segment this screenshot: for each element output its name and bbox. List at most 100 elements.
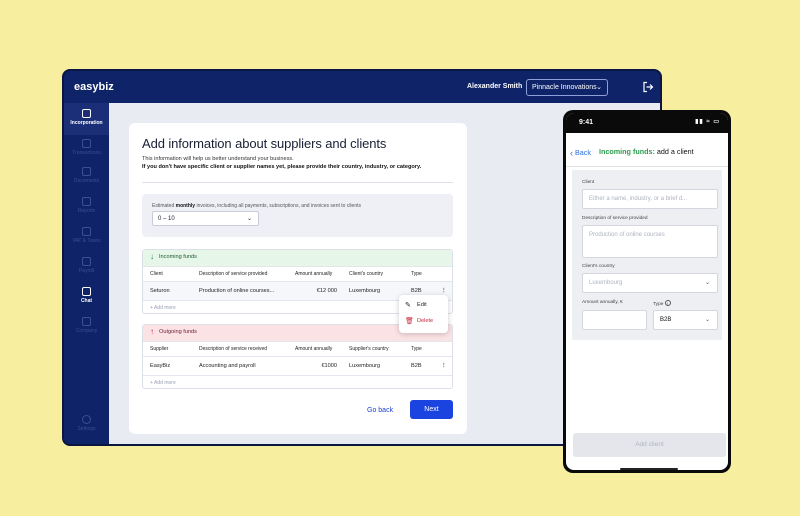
form-card: Add information about suppliers and clie… [129,123,467,434]
kebab-menu-icon[interactable]: ⋮ [441,363,447,369]
column-header: Supplier [150,346,169,352]
app-logo[interactable]: easybiz [74,81,114,93]
incoming-funds-title: Incoming funds [159,254,197,260]
trash-icon: 🗑 [405,318,414,325]
table-header-row: Client Description of service provided A… [143,266,452,281]
description-input[interactable]: Production of online courses [582,225,718,258]
sidebar-item-label: Payroll [78,268,95,274]
cell-description: Accounting and payroll [199,363,256,369]
cell-country: Luxembourg [349,363,381,369]
column-header: Client [150,271,163,277]
table-header-row: Supplier Description of service received… [143,341,452,356]
column-header: Amount annually [295,271,333,277]
amount-input[interactable] [582,310,647,330]
sidebar-item-label: Company [75,328,98,334]
sidebar-item-incorporation[interactable]: Incorporation [64,103,109,135]
tax-icon [82,227,91,236]
outgoing-funds-title: Outgoing funds [159,329,197,335]
cell-amount: €1000 [321,363,337,369]
invoice-estimate-select[interactable]: 0 – 10 ⌄ [152,211,259,226]
column-header: Type [411,346,422,352]
people-icon [82,257,91,266]
kebab-menu-icon[interactable]: ⋮ [441,288,447,294]
country-label: Client's country [582,264,615,269]
sidebar-item-label: VAT & Taxes [72,238,101,244]
country-select[interactable]: Luxembourg ⌄ [582,273,718,293]
column-header: Client's country [349,271,384,277]
pencil-icon: ✎ [405,302,411,309]
gear-icon [82,415,91,424]
sidebar-item-label: Documents [73,178,100,184]
menu-item-label: Delete [417,318,434,324]
sidebar-item-transactions[interactable]: Transactions [64,139,109,156]
country-value: Luxembourg [589,280,623,286]
cell-type: B2B [411,288,422,294]
chevron-left-icon: ‹ [570,148,573,158]
sidebar-item-label: Settings [77,426,96,432]
invoice-estimate-panel: Estimated monthly invoices, including al… [142,194,453,237]
sidebar-item-reports[interactable]: Reports [64,197,109,214]
type-label: Type i [653,300,671,307]
invoice-estimate-value: 0 – 10 [158,216,175,222]
page-title: Add information about suppliers and clie… [142,136,387,151]
company-select[interactable]: Pinnacle Innovations ⌄ [526,79,608,96]
folder-icon [82,167,91,176]
outgoing-funds-table: ↑ Outgoing funds Supplier Description of… [142,324,453,389]
status-bar: 9:41 ▮▮ ≈ ▭ [566,113,728,133]
column-header: Description of service received [199,346,268,352]
column-header: Supplier's country [349,346,389,352]
arrow-down-icon: ↓ [150,252,154,261]
client-label: Client [582,180,595,185]
chart-icon [82,197,91,206]
home-indicator [620,468,678,470]
chevron-down-icon: ⌄ [246,216,252,222]
column-header: Amount annually [295,346,333,352]
type-select[interactable]: B2B ⌄ [653,310,718,330]
cell-country: Luxembourg [349,288,381,294]
table-row[interactable]: EasyBiz Accounting and payroll €1000 Lux… [143,356,452,375]
page-subtitle-bold: If you don't have specific client or sup… [142,164,422,170]
chat-icon [82,287,91,296]
cell-client: Seturon [150,288,170,294]
logout-icon[interactable] [642,81,654,93]
card-icon [82,139,91,148]
phone-screen: 9:41 ▮▮ ≈ ▭ ‹ Back Incoming funds: add a… [566,113,728,470]
client-input[interactable]: Either a name, industry, or a brief d... [582,189,718,209]
phone-nav-bar: ‹ Back Incoming funds: add a client [566,133,728,167]
sidebar-item-payroll[interactable]: Payroll [64,257,109,274]
company-select-value: Pinnacle Innovations [532,84,597,91]
go-back-button[interactable]: Go back [367,407,393,414]
user-name: Alexander Smith [467,83,523,90]
chevron-down-icon: ⌄ [596,84,602,91]
chevron-down-icon: ⌄ [704,280,710,286]
description-label: Description of service provided [582,216,648,221]
incoming-funds-header: ↓ Incoming funds [143,250,452,266]
status-time: 9:41 [579,119,594,126]
row-context-menu: ✎ Edit 🗑 Delete [399,295,448,333]
chevron-down-icon: ⌄ [704,317,710,323]
type-value: B2B [660,317,672,323]
add-more-button[interactable]: + Add more [143,375,452,388]
invoice-estimate-label: Estimated monthly invoices, including al… [152,203,361,209]
next-button[interactable]: Next [410,400,453,419]
cell-amount: €12 000 [316,288,337,294]
column-header: Type [411,271,422,277]
amount-label: Amount annually, € [582,300,623,305]
sidebar-item-label: Reports [77,208,96,214]
building-icon [82,109,91,118]
sidebar-item-label: Incorporation [70,120,103,126]
sidebar-item-company[interactable]: Company [64,317,109,334]
sidebar: Incorporation Transactions Documents Rep… [64,103,109,444]
add-client-button[interactable]: Add client [573,433,726,457]
cell-supplier: EasyBiz [150,363,171,369]
sidebar-item-vat-taxes[interactable]: VAT & Taxes [64,227,109,244]
sidebar-item-settings[interactable]: Settings [64,415,109,432]
back-button[interactable]: ‹ Back [570,147,591,158]
arrow-up-icon: ↑ [150,327,154,336]
sidebar-item-documents[interactable]: Documents [64,167,109,184]
column-header: Description of service provided [199,271,268,277]
phone-frame: 9:41 ▮▮ ≈ ▭ ‹ Back Incoming funds: add a… [563,110,731,473]
sidebar-item-chat[interactable]: Chat [64,287,109,304]
info-icon: i [664,300,671,306]
cell-description: Production of online courses... [199,288,275,294]
